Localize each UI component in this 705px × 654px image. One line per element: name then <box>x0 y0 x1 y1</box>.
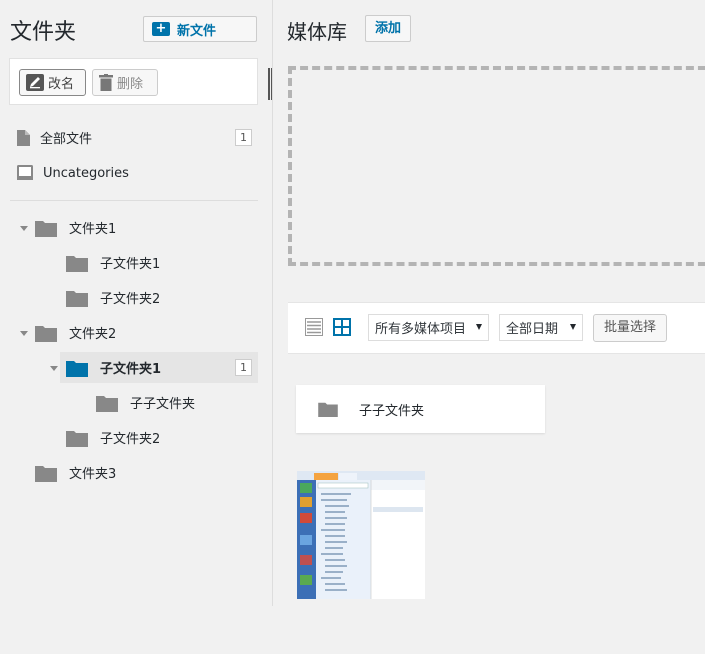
uncategorized-label: Uncategories <box>43 165 129 181</box>
tree-folder-2[interactable]: 文件夹2 <box>35 323 116 342</box>
folder-icon <box>66 290 88 307</box>
list-view-icon[interactable] <box>305 318 323 336</box>
all-files-count: 1 <box>235 129 252 146</box>
tree-folder-label: 子子文件夹 <box>130 397 196 412</box>
folder-icon <box>35 465 57 482</box>
date-filter-value: 全部日期 <box>506 322 559 337</box>
expand-toggle-icon[interactable] <box>20 331 28 336</box>
tree-folder-label: 子文件夹2 <box>100 292 161 307</box>
folder-count: 1 <box>235 359 252 376</box>
expand-toggle-icon[interactable] <box>20 226 28 231</box>
file-icon <box>17 129 30 146</box>
tree-folder-2-sub-1-sub-1[interactable]: 子子文件夹 <box>96 393 195 412</box>
bulk-select-button[interactable]: 批量选择 <box>593 314 667 342</box>
folder-actions-box: 改名 删除 <box>9 58 258 105</box>
folder-icon <box>35 325 57 342</box>
all-files-label: 全部文件 <box>40 132 93 147</box>
folder-icon <box>96 395 118 412</box>
tree-folder-2-sub-1-selected[interactable]: 子文件夹1 <box>66 358 161 377</box>
all-files-item[interactable]: 全部文件 <box>17 128 92 147</box>
folder-icon <box>66 360 88 377</box>
rename-label: 改名 <box>48 77 75 92</box>
expand-toggle-icon[interactable] <box>50 366 58 371</box>
folder-panel-title: 文件夹 <box>10 20 77 45</box>
upload-dropzone[interactable] <box>288 66 705 266</box>
tree-folder-label: 子文件夹2 <box>100 432 161 447</box>
new-folder-label: 新文件 <box>177 23 217 39</box>
date-filter[interactable]: 全部日期 <box>499 314 583 341</box>
tree-folder-label: 文件夹2 <box>69 327 117 342</box>
inbox-icon <box>17 165 33 180</box>
delete-button[interactable]: 删除 <box>92 69 158 96</box>
screenshot-thumbnail-image <box>297 471 425 599</box>
grid-view-icon[interactable] <box>333 318 351 336</box>
new-folder-button[interactable]: + 新文件 <box>143 16 257 42</box>
tree-folder-label: 文件夹1 <box>69 222 117 237</box>
rename-button[interactable]: 改名 <box>19 69 86 96</box>
media-type-filter-value: 所有多媒体项目 <box>375 322 467 337</box>
tree-folder-1[interactable]: 文件夹1 <box>35 218 116 237</box>
add-media-button[interactable]: 添加 <box>365 15 411 42</box>
trash-icon <box>99 74 113 91</box>
tree-folder-3[interactable]: 文件夹3 <box>35 463 116 482</box>
tree-folder-label: 子文件夹1 <box>100 257 161 272</box>
media-library-title: 媒体库 <box>287 20 347 44</box>
sidebar-divider <box>10 200 258 201</box>
chevron-down-icon <box>476 324 482 330</box>
tree-folder-1-sub-2[interactable]: 子文件夹2 <box>66 288 160 307</box>
subfolder-card-label: 子子文件夹 <box>359 403 425 419</box>
subfolder-card[interactable]: 子子文件夹 <box>296 385 545 433</box>
chevron-down-icon <box>570 324 576 330</box>
pencil-icon <box>26 74 44 91</box>
folder-icon <box>318 402 338 417</box>
plus-folder-icon: + <box>152 22 170 36</box>
tree-folder-label: 文件夹3 <box>69 467 117 482</box>
media-type-filter[interactable]: 所有多媒体项目 <box>368 314 489 341</box>
folder-icon <box>66 430 88 447</box>
tree-folder-2-sub-2[interactable]: 子文件夹2 <box>66 428 160 447</box>
folder-icon <box>66 255 88 272</box>
uncategorized-item[interactable]: Uncategories <box>17 165 129 181</box>
panel-divider <box>272 0 273 606</box>
tree-folder-label: 子文件夹1 <box>100 362 162 377</box>
delete-label: 删除 <box>117 77 144 92</box>
tree-folder-1-sub-1[interactable]: 子文件夹1 <box>66 253 160 272</box>
folder-icon <box>35 220 57 237</box>
media-thumbnail[interactable] <box>297 471 425 599</box>
